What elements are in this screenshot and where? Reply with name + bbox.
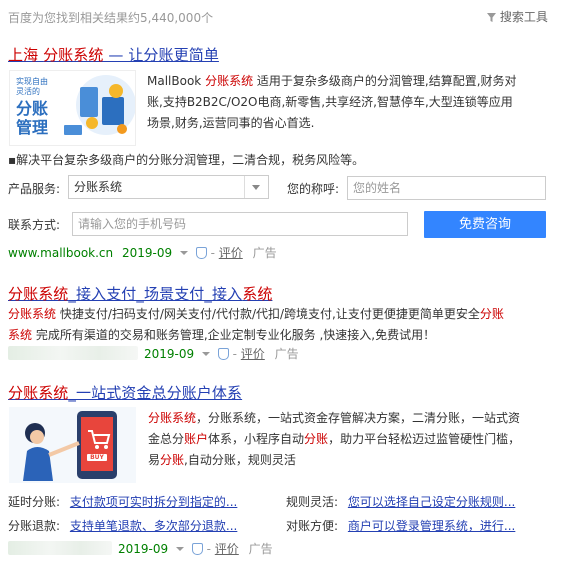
result3-image[interactable]: BUY bbox=[9, 407, 136, 483]
image-caption: 实现自由 bbox=[16, 77, 48, 86]
title-part: _一站式资金总分账户体系 bbox=[68, 384, 243, 402]
caret-down-icon[interactable] bbox=[201, 352, 210, 356]
contact-label: 联系方式: bbox=[8, 218, 61, 232]
result1-image[interactable]: 实现自由 灵活的 分账 管理 bbox=[9, 70, 136, 146]
result-count: 百度为您找到相关结果约5,440,000个 bbox=[8, 11, 214, 25]
desc-text: MallBook bbox=[147, 74, 206, 88]
name-input[interactable]: 您的姓名 bbox=[347, 176, 546, 200]
title-part: 上海 bbox=[8, 46, 44, 64]
desc-text: 易 bbox=[148, 453, 161, 467]
sitelink-text[interactable]: 您可以选择自己设定分账规则... bbox=[348, 495, 515, 509]
result1-description: MallBook 分账系统 适用于复杂多级商户的分润管理,结算配置,财务对 账,… bbox=[147, 71, 552, 134]
name-label: 您的称呼: bbox=[287, 182, 340, 196]
sitelink-text[interactable]: 商户可以登录管理系统，进行... bbox=[348, 519, 515, 533]
result3-date: 2019-09 bbox=[118, 542, 169, 556]
result2-meta: 2019-09 - 评价 广告 bbox=[144, 347, 299, 361]
ad-label: 广告 bbox=[248, 542, 273, 556]
sitelink-text[interactable]: 支持单笔退款、多次部分退款... bbox=[70, 519, 237, 533]
desc-text: 完成所有渠道的交易和账务管理,企业定制专业化服务 ,快速接入,免费试用！ bbox=[32, 328, 436, 342]
free-consult-button[interactable]: 免费咨询 bbox=[424, 211, 546, 238]
product-select-value: 分账系统 bbox=[74, 180, 123, 194]
name-input-placeholder: 您的姓名 bbox=[353, 181, 402, 195]
ad-label: 广告 bbox=[252, 246, 277, 260]
desc-keyword: 分账系统 bbox=[205, 74, 254, 88]
desc-keyword: 分账系统 bbox=[8, 307, 57, 321]
title-keyword: 分账系统 bbox=[8, 384, 69, 402]
result3-title-link[interactable]: 分账系统_一站式资金总分账户体系 bbox=[8, 382, 242, 403]
result1-url[interactable]: www.mallbook.cn bbox=[8, 246, 113, 260]
title-keyword: 分账系统 bbox=[43, 46, 104, 64]
result1-note: ▪解决平台复杂多级商户的分账分润管理，二清合规，税务风险等。 bbox=[8, 153, 365, 167]
title-keyword: 分账系统 bbox=[8, 285, 69, 303]
shield-icon[interactable] bbox=[217, 348, 229, 360]
result3-meta: 2019-09 - 评价 广告 bbox=[118, 542, 273, 556]
shield-icon[interactable] bbox=[195, 247, 207, 259]
phone-shopping-illustration bbox=[9, 407, 136, 483]
ad-label: 广告 bbox=[274, 347, 299, 361]
desc-text: 快捷支付/扫码支付/网关支付/代付款/代扣/跨境支付,让支付更便捷更简单更安全 bbox=[56, 307, 480, 321]
funnel-icon bbox=[487, 13, 496, 22]
sitelink[interactable]: 分账退款: 支持单笔退款、多次部分退款... bbox=[8, 517, 237, 534]
desc-keyword: 分账 bbox=[479, 307, 504, 321]
desc-text: 体系，小程序自动 bbox=[208, 432, 305, 446]
phone-input-placeholder: 请输入您的手机号码 bbox=[78, 217, 187, 231]
title-part: _接入支付_场景支付_接入 bbox=[68, 285, 243, 303]
desc-text: 账,支持B2B2C/O2O电商,新零售,共享经济,智慧停车,大型连锁等应用 bbox=[147, 95, 513, 109]
result1-date: 2019-09 bbox=[121, 246, 173, 260]
desc-text: ,自动分账，规则灵活 bbox=[184, 453, 296, 467]
title-keyword: 系统 bbox=[242, 285, 273, 303]
desc-text: 适用于复杂多级商户的分润管理,结算配置,财务对 bbox=[253, 74, 517, 88]
buy-label: BUY bbox=[90, 454, 104, 461]
chevron-down-icon bbox=[244, 176, 268, 198]
desc-text: ，分账系统，一站式资金存管解决方案，二清分账，一站式资 bbox=[196, 411, 521, 425]
product-label: 产品服务: bbox=[8, 182, 61, 196]
desc-text: 场景,财务,运营同事的省心首选. bbox=[147, 116, 315, 130]
search-tools-label: 搜索工具 bbox=[499, 10, 548, 24]
result2-title-link[interactable]: 分账系统_接入支付_场景支付_接入系统 bbox=[8, 283, 272, 304]
review-link[interactable]: 评价 bbox=[241, 347, 265, 361]
phone-input[interactable]: 请输入您的手机号码 bbox=[72, 212, 408, 236]
review-link[interactable]: 评价 bbox=[219, 246, 243, 260]
shield-icon[interactable] bbox=[191, 543, 203, 555]
caret-down-icon[interactable] bbox=[179, 251, 188, 255]
search-tools-button[interactable]: 搜索工具 bbox=[487, 8, 548, 25]
image-caption: 灵活的 bbox=[16, 87, 40, 96]
blurred-url bbox=[8, 346, 138, 360]
sitelink[interactable]: 延时分账: 支付款项可实时拆分到指定的... bbox=[8, 493, 237, 510]
sitelink[interactable]: 对账方便: 商户可以登录管理系统，进行... bbox=[286, 517, 515, 534]
product-select[interactable]: 分账系统 bbox=[68, 175, 269, 199]
title-part: — 让分账更简单 bbox=[103, 46, 219, 64]
blurred-url bbox=[8, 541, 112, 555]
desc-keyword: 分账系统 bbox=[148, 411, 197, 425]
image-heading: 管理 bbox=[16, 118, 49, 137]
result3-description: 分账系统，分账系统，一站式资金存管解决方案，二清分账，一站式资 金总分账户体系，… bbox=[148, 408, 553, 471]
desc-keyword: 账户 bbox=[184, 432, 209, 446]
result2-date: 2019-09 bbox=[144, 347, 195, 361]
desc-text: ，助力平台轻松迈过监管硬性门槛， bbox=[328, 432, 521, 446]
desc-keyword: 分账 bbox=[160, 453, 185, 467]
result2-description: 分账系统 快捷支付/扫码支付/网关支付/代付款/代扣/跨境支付,让支付更便捷更简… bbox=[8, 304, 553, 346]
sitelink-label: 分账退款: bbox=[8, 519, 61, 533]
sitelink-text[interactable]: 支付款项可实时拆分到指定的... bbox=[70, 495, 237, 509]
sitelink-label: 对账方便: bbox=[286, 519, 339, 533]
desc-keyword: 分账 bbox=[304, 432, 329, 446]
result1-meta: www.mallbook.cn 2019-09 - 评价 广告 bbox=[8, 246, 277, 260]
review-link[interactable]: 评价 bbox=[215, 542, 239, 556]
desc-text: 金总分 bbox=[148, 432, 185, 446]
caret-down-icon[interactable] bbox=[175, 547, 184, 551]
result1-title-link[interactable]: 上海 分账系统 — 让分账更简单 bbox=[8, 44, 219, 65]
image-heading: 分账 bbox=[16, 99, 49, 118]
sitelink-label: 延时分账: bbox=[8, 495, 61, 509]
sitelink[interactable]: 规则灵活: 您可以选择自己设定分账规则... bbox=[286, 493, 515, 510]
sitelink-label: 规则灵活: bbox=[286, 495, 339, 509]
desc-keyword: 系统 bbox=[8, 328, 33, 342]
